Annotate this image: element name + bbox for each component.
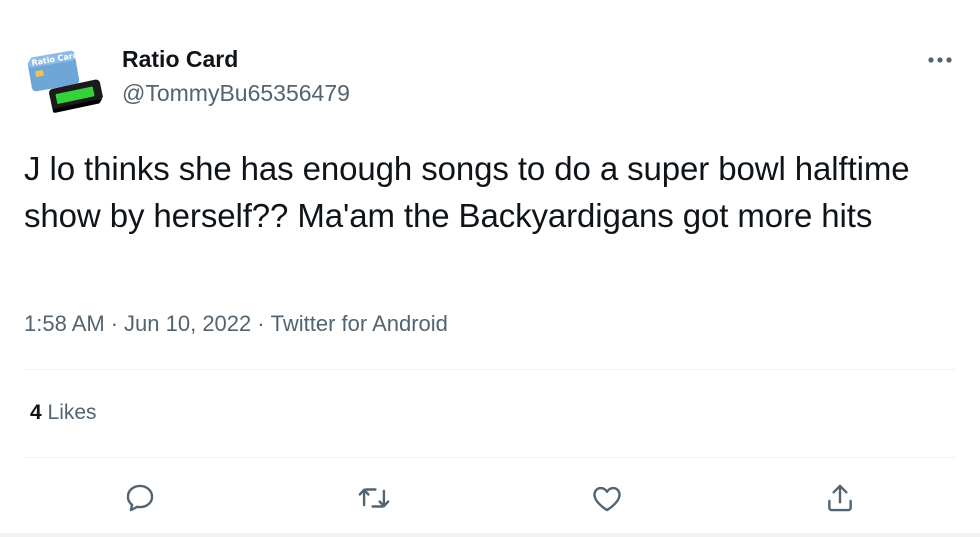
meta-separator: · [257,311,265,336]
divider [24,457,956,458]
retweet-button[interactable] [352,476,396,520]
heart-icon [593,486,621,512]
bottom-border [0,533,980,537]
tweet-meta: 1:58 AM · Jun 10, 2022 · Twitter for Android [24,311,448,337]
likes-count: 4 [30,401,42,424]
likes-stat[interactable]: 4 Likes [30,401,97,425]
tweet-card: Ratio Card Ratio Card @TommyBu65356479 J… [0,0,980,537]
likes-label: Likes [47,401,97,424]
tweet-text: J lo thinks she has enough songs to do a… [24,150,910,234]
author-handle[interactable]: @TommyBu65356479 [122,80,350,107]
author-display-name[interactable]: Ratio Card [122,46,238,73]
ratio-card-avatar-icon: Ratio Card [24,40,106,122]
more-options-button[interactable] [920,44,960,76]
reply-icon [126,484,154,512]
retweet-icon [358,488,390,508]
tweet-time[interactable]: 1:58 AM [24,311,105,336]
meta-separator: · [110,311,119,336]
share-button[interactable] [818,476,862,520]
divider [24,369,956,370]
author-avatar[interactable]: Ratio Card [24,40,106,122]
tweet-source[interactable]: Twitter for Android [271,311,448,336]
tweet-date[interactable]: Jun 10, 2022 [124,311,251,336]
more-icon [928,57,952,63]
like-button[interactable] [585,476,629,520]
share-icon [828,484,852,512]
reply-button[interactable] [118,476,162,520]
